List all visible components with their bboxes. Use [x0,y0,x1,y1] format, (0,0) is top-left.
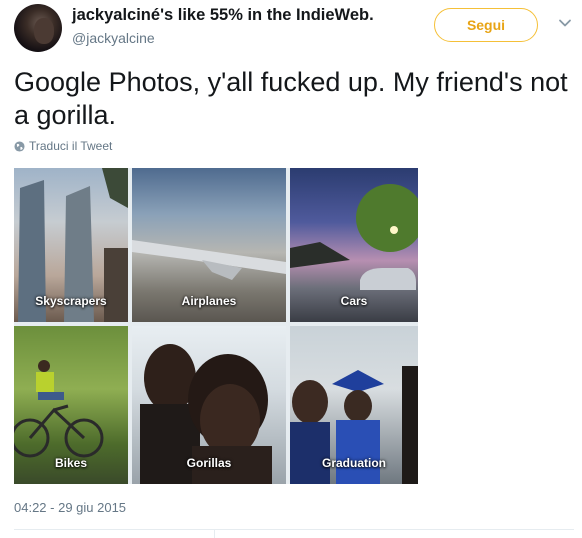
display-name[interactable]: jackyalciné's like 55% in the IndieWeb. [72,6,374,25]
tweet-timestamp[interactable]: 04:22 - 29 giu 2015 [14,500,126,515]
photo-tile-airplanes[interactable]: Airplanes [132,168,286,322]
tweet-header: jackyalciné's like 55% in the IndieWeb. … [14,4,574,54]
tile-label: Bikes [54,456,88,470]
tile-label: Airplanes [181,294,237,308]
photo-tile-graduation[interactable]: Graduation [290,326,418,484]
tile-label: Gorillas [186,456,232,470]
photo-tile-cars[interactable]: Cars [290,168,418,322]
photo-tile-skyscrapers[interactable]: Skyscrapers [14,168,128,322]
tweet-text: Google Photos, y'all fucked up. My frien… [14,67,568,130]
photo-tile-gorillas[interactable]: Gorillas [132,326,286,484]
tile-label: Graduation [321,456,386,470]
chevron-down-icon[interactable] [558,16,572,30]
translate-label[interactable]: Traduci il Tweet [29,139,112,153]
photo-grid: Skyscrapers Airplanes Cars Bikes Gorilla… [14,168,418,484]
globe-icon [14,140,25,152]
user-handle[interactable]: @jackyalcine [72,30,155,46]
follow-button[interactable]: Segui [434,8,538,42]
tile-label: Skyscrapers [35,294,107,308]
photo-tile-bikes[interactable]: Bikes [14,326,128,484]
divider [14,529,574,530]
tile-label: Cars [340,294,368,308]
translate-link[interactable]: Traduci il Tweet [14,139,112,153]
divider [214,529,215,538]
avatar[interactable] [14,4,62,52]
